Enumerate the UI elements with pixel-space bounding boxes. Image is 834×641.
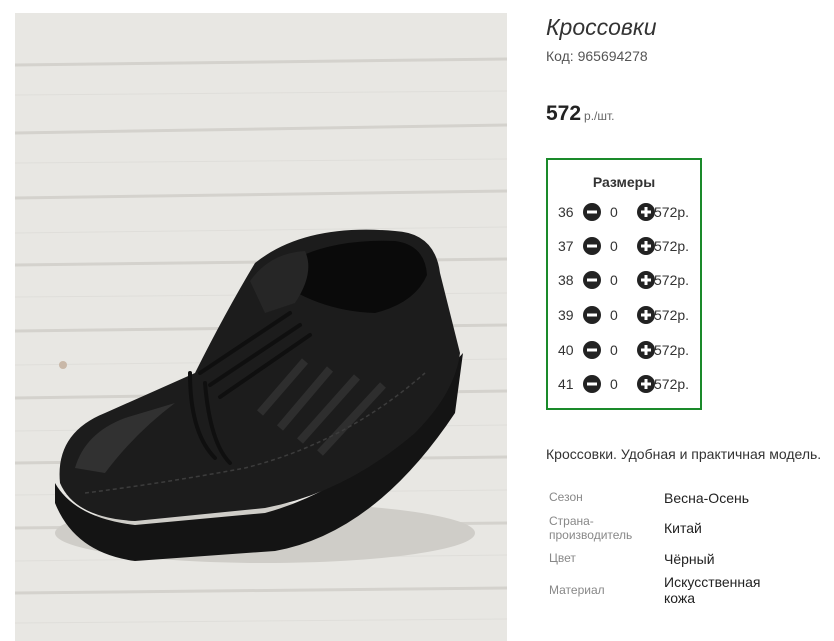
size-label: 41 [558, 376, 574, 392]
minus-icon[interactable] [583, 203, 601, 221]
size-label: 37 [558, 238, 574, 254]
plus-icon[interactable] [637, 341, 655, 359]
minus-icon[interactable] [583, 237, 601, 255]
quantity-value: 0 [610, 307, 618, 323]
property-key: Цвет [549, 551, 576, 565]
size-row: 40 0 572р. [558, 340, 698, 360]
plus-icon[interactable] [637, 375, 655, 393]
plus-icon[interactable] [637, 237, 655, 255]
price-unit: р./шт. [584, 109, 615, 123]
size-label: 39 [558, 307, 574, 323]
property-value: Китай [664, 520, 702, 536]
product-title: Кроссовки [546, 14, 657, 40]
product-price: 572 р./шт. [546, 102, 615, 126]
quantity-value: 0 [610, 376, 618, 392]
size-label: 40 [558, 342, 574, 358]
size-label: 36 [558, 204, 574, 220]
product-info: Кроссовки Код: 965694278 572 р./шт. Разме… [546, 0, 834, 641]
minus-icon[interactable] [583, 341, 601, 359]
minus-icon[interactable] [583, 306, 601, 324]
quantity-value: 0 [610, 204, 618, 220]
plus-icon[interactable] [637, 306, 655, 324]
sizes-panel: Размеры 36 0 572р. 37 0 572р. 38 0 572р. 39 0 572р.… [546, 158, 702, 410]
property-value: Искусственная кожа [664, 574, 761, 606]
size-row: 37 0 572р. [558, 236, 698, 256]
plus-icon[interactable] [637, 203, 655, 221]
size-row: 39 0 572р. [558, 305, 698, 325]
size-price: 572р. [654, 342, 690, 358]
minus-icon[interactable] [583, 375, 601, 393]
size-price: 572р. [654, 272, 690, 288]
minus-icon[interactable] [583, 271, 601, 289]
product-photo[interactable] [15, 13, 507, 641]
size-price: 572р. [654, 204, 690, 220]
sizes-title: Размеры [592, 174, 656, 190]
quantity-value: 0 [610, 342, 618, 358]
size-row: 36 0 572р. [558, 202, 698, 222]
plus-icon[interactable] [637, 271, 655, 289]
quantity-value: 0 [610, 238, 618, 254]
property-value: Весна-Осень [664, 490, 750, 506]
size-row: 38 0 572р. [558, 270, 698, 290]
quantity-value: 0 [610, 272, 618, 288]
property-value: Чёрный [664, 551, 715, 567]
property-key: Материал [549, 583, 605, 597]
size-price: 572р. [654, 238, 690, 254]
size-price: 572р. [654, 307, 690, 323]
product-code: Код: 965694278 [546, 48, 648, 64]
product-description: Кроссовки. Удобная и практичная модель. [546, 446, 822, 462]
size-label: 38 [558, 272, 574, 288]
property-key: Сезон [549, 490, 583, 504]
size-price: 572р. [654, 376, 690, 392]
property-key: Страна-производитель [549, 514, 633, 542]
price-value: 572 [546, 102, 582, 125]
size-row: 41 0 572р. [558, 374, 698, 394]
